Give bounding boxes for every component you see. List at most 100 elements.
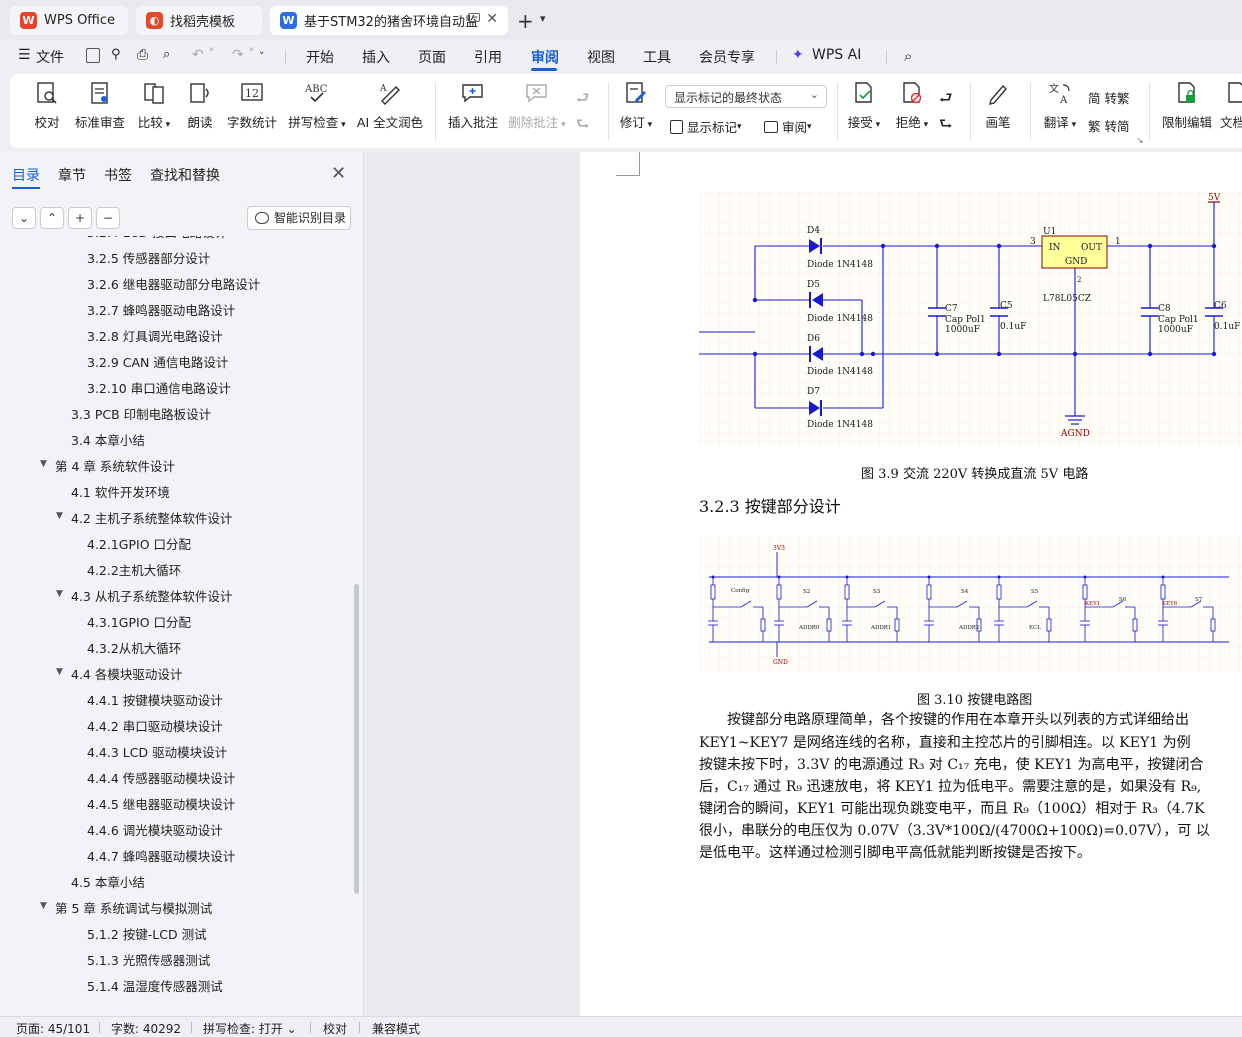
toc-item[interactable]: 4.4.4 传感器驱动模块设计 xyxy=(87,768,235,787)
toc-item[interactable]: 4.4.6 调光模块驱动设计 xyxy=(87,820,223,839)
toc-scrollbar[interactable] xyxy=(354,584,359,894)
toc-item[interactable]: 4.3.2从机大循环 xyxy=(87,638,181,657)
toc-item[interactable]: 5.1.3 光照传感器测试 xyxy=(87,950,210,969)
menu-reference[interactable]: 引用 xyxy=(474,47,502,67)
print-icon[interactable]: ⎙ xyxy=(137,47,148,63)
expand-level-button[interactable]: ⌃ xyxy=(40,207,64,229)
toc-item[interactable]: 3.2.9 CAN 通信电路设计 xyxy=(87,352,228,371)
menu-start[interactable]: 开始 xyxy=(306,47,334,67)
toc-item[interactable]: 4.4.7 蜂鸣器驱动模块设计 xyxy=(87,846,235,865)
expand-caret-icon[interactable]: ▼ xyxy=(56,589,63,599)
proofread-button[interactable]: 校对 xyxy=(28,80,66,131)
reject-button[interactable]: 拒绝 ▾ xyxy=(892,80,932,131)
markup-state-select[interactable]: 显示标记的最终状态 ⌄ xyxy=(665,85,827,108)
spell-check-status[interactable]: 拼写检查: 打开 ⌄ xyxy=(203,1020,297,1037)
toc-item[interactable]: 5.1.2 按键-LCD 测试 xyxy=(87,924,207,943)
page-indicator[interactable]: 页面: 45/101 xyxy=(16,1020,90,1037)
save-icon[interactable] xyxy=(86,48,100,63)
toc-item[interactable]: 4.2.2主机大循环 xyxy=(87,560,181,579)
menu-file[interactable]: 文件 xyxy=(36,47,64,67)
toc-item[interactable]: 4.4.2 串口驱动模块设计 xyxy=(87,716,223,735)
toc-item[interactable]: 3.4 本章小结 xyxy=(71,430,145,449)
menu-page[interactable]: 页面 xyxy=(418,47,446,67)
toc-item[interactable]: 4.2 主机子系统整体软件设计 xyxy=(71,508,232,527)
toc-item[interactable]: 3.2.8 灯具调光电路设计 xyxy=(87,326,223,345)
toc-item[interactable]: 4.3.1GPIO 口分配 xyxy=(87,612,191,631)
add-heading-button[interactable]: + xyxy=(68,207,92,229)
toc-item[interactable]: 5.1.4 温湿度传感器测试 xyxy=(87,976,223,995)
window-icon[interactable] xyxy=(468,13,480,22)
toc-item[interactable]: 4.4.3 LCD 驱动模块设计 xyxy=(87,742,227,761)
tab-document[interactable]: W 基于STM32的猪舍环境自动监 ✕ xyxy=(270,6,508,35)
word-count-button[interactable]: 12 字数统计 xyxy=(224,80,280,131)
review-pane-button[interactable]: 审阅 ▾ xyxy=(764,117,812,136)
close-tab-icon[interactable]: ✕ xyxy=(486,11,498,27)
insert-comment-button[interactable]: 插入批注 xyxy=(446,80,500,131)
close-pane-icon[interactable]: ✕ xyxy=(331,163,346,184)
toc-item[interactable]: 3.2.6 继电器驱动部分电路设计 xyxy=(87,274,260,293)
toc-item[interactable]: 3.2.10 串口通信电路设计 xyxy=(87,378,231,397)
toc-item[interactable]: 4.5 本章小结 xyxy=(71,872,145,891)
print-preview-icon[interactable]: ⌕ xyxy=(163,47,170,62)
toc-item[interactable]: 4.2.1GPIO 口分配 xyxy=(87,534,191,553)
remove-heading-button[interactable]: − xyxy=(96,207,120,229)
prev-change-icon[interactable]: ⮐ xyxy=(939,88,953,113)
accept-button[interactable]: 接受 ▾ xyxy=(844,80,884,131)
expand-caret-icon[interactable]: ▼ xyxy=(56,511,63,521)
tab-toc[interactable]: 目录 xyxy=(12,165,40,185)
toc-item[interactable]: 4.3 从机子系统整体软件设计 xyxy=(71,586,232,605)
delete-comment-button[interactable]: 删除批注 ▾ xyxy=(506,80,568,131)
spell-check-button[interactable]: ABC 拼写检查 ▾ xyxy=(286,80,348,131)
toc-item[interactable]: 4.4.1 按键模块驱动设计 xyxy=(87,690,223,709)
expand-group-icon[interactable]: ↘ xyxy=(1136,136,1144,146)
to-simplified-button[interactable]: 繁 转简 xyxy=(1088,116,1129,135)
toc-item[interactable]: 4.4 各模块驱动设计 xyxy=(71,664,182,683)
proof-status[interactable]: 校对 xyxy=(323,1020,347,1037)
pen-button[interactable]: 画笔 xyxy=(980,80,1016,131)
toc-item[interactable]: 第 5 章 系统调试与模拟测试 xyxy=(55,898,212,917)
prev-comment-icon[interactable]: ⮐ xyxy=(576,88,590,113)
next-change-icon[interactable]: ⮑ xyxy=(939,114,953,139)
tab-find-replace[interactable]: 查找和替换 xyxy=(150,165,220,185)
show-markup-button[interactable]: 显示标记 ▾ xyxy=(670,117,742,136)
expand-caret-icon[interactable]: ▼ xyxy=(40,901,47,911)
hamburger-icon[interactable]: ☰ xyxy=(18,47,31,63)
menu-insert[interactable]: 插入 xyxy=(362,47,390,67)
expand-caret-icon[interactable]: ▼ xyxy=(56,667,63,677)
smart-toc-button[interactable]: 智能识别目录 xyxy=(247,206,351,230)
word-count-indicator[interactable]: 字数: 40292 xyxy=(111,1020,181,1037)
tab-template[interactable]: ◐ 找稻壳模板 xyxy=(136,6,262,35)
format-painter-icon[interactable]: ⚲ xyxy=(111,47,121,62)
standard-review-button[interactable]: 标准审查 xyxy=(72,80,128,131)
menu-member[interactable]: 会员专享 xyxy=(699,47,755,67)
toc-item[interactable]: 第 4 章 系统软件设计 xyxy=(55,456,175,475)
undo-icon[interactable]: ↶ ˅ xyxy=(192,47,215,63)
menu-view[interactable]: 视图 xyxy=(587,47,615,67)
to-traditional-button[interactable]: 简 转繁 xyxy=(1088,88,1129,107)
next-comment-icon[interactable]: ⮑ xyxy=(576,114,590,139)
toc-item[interactable]: 4.4.5 继电器驱动模块设计 xyxy=(87,794,235,813)
tab-list-dropdown[interactable]: ▾ xyxy=(540,12,546,25)
restrict-edit-button[interactable]: 限制编辑 xyxy=(1160,80,1214,131)
expand-caret-icon[interactable]: ▼ xyxy=(40,459,47,469)
more-quick-icon[interactable]: ˅ xyxy=(259,50,265,63)
tab-bookmarks[interactable]: 书签 xyxy=(104,165,132,185)
doc-auth-button[interactable]: 文档 xyxy=(1220,80,1242,131)
translate-button[interactable]: 文A 翻译 ▾ xyxy=(1040,80,1080,131)
read-aloud-button[interactable]: 朗读 xyxy=(182,80,218,131)
redo-icon[interactable]: ↷ ˅ xyxy=(232,47,255,63)
compare-button[interactable]: 比较 ▾ xyxy=(134,80,174,131)
search-icon[interactable]: ⌕ xyxy=(904,47,912,65)
toc-item[interactable]: 3.2.5 传感器部分设计 xyxy=(87,248,210,267)
ai-polish-button[interactable]: A AI 全文润色 xyxy=(354,80,426,131)
toc-item[interactable]: 4.1 软件开发环境 xyxy=(71,482,170,501)
toc-item[interactable]: 3.2.4 LCD 接口电路设计 xyxy=(87,236,227,241)
tab-sections[interactable]: 章节 xyxy=(58,165,86,185)
menu-review[interactable]: 审阅 xyxy=(531,47,559,67)
menu-wps-ai[interactable]: WPS AI xyxy=(812,47,861,63)
track-changes-button[interactable]: 修订 ▾ xyxy=(616,80,656,131)
tab-wps-office[interactable]: W WPS Office xyxy=(10,6,128,35)
toc-item[interactable]: 3.3 PCB 印制电路板设计 xyxy=(71,404,211,423)
new-tab-button[interactable]: + xyxy=(517,9,534,33)
menu-tools[interactable]: 工具 xyxy=(643,47,671,67)
